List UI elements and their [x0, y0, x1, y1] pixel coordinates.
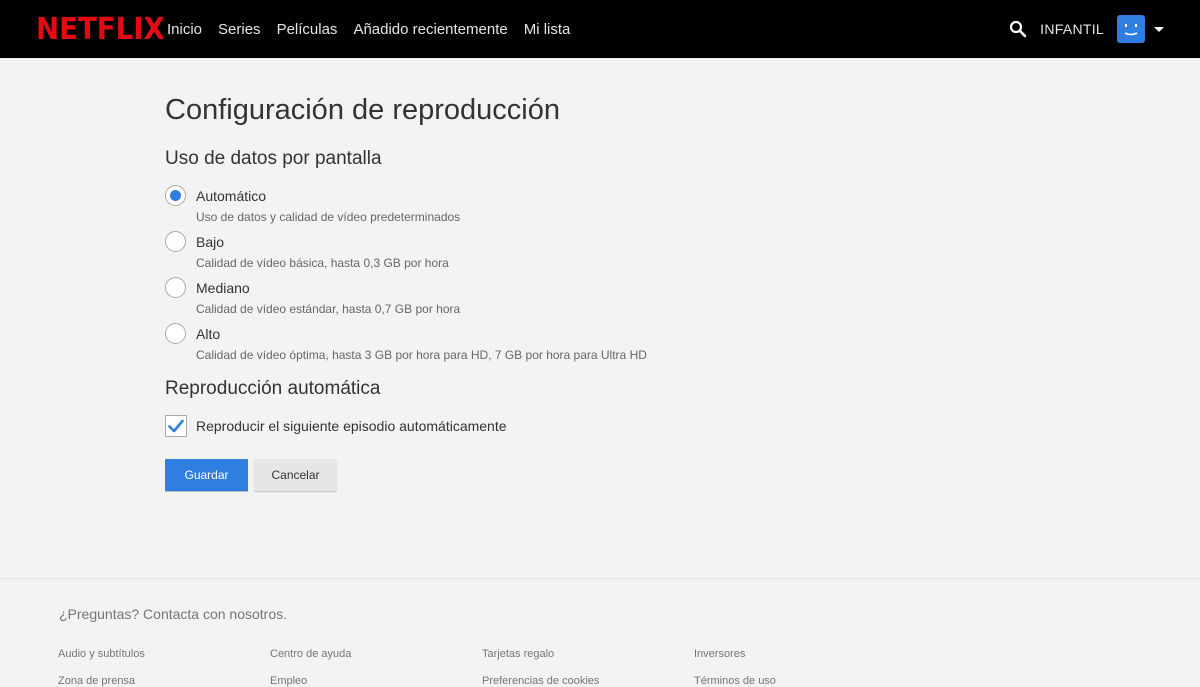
footer-link-prensa[interactable]: Zona de prensa [58, 675, 135, 687]
smiley-icon [1124, 24, 1138, 36]
secondary-nav: INFANTIL [1009, 0, 1164, 58]
checkmark-icon [168, 419, 184, 433]
footer-link-audio[interactable]: Audio y subtítulos [58, 648, 145, 660]
footer-link-terminos[interactable]: Términos de uso [694, 675, 776, 687]
option-description: Calidad de vídeo básica, hasta 0,3 GB po… [196, 256, 449, 270]
nav-item-series[interactable]: Series [218, 21, 261, 38]
option-bajo[interactable]: Bajo [165, 231, 224, 252]
option-description: Calidad de vídeo estándar, hasta 0,7 GB … [196, 302, 461, 316]
contact-link[interactable]: ¿Preguntas? Contacta con nosotros. [59, 606, 287, 622]
netflix-logo[interactable]: NETFLIX [36, 12, 165, 47]
option-alto[interactable]: Alto [165, 323, 220, 344]
main-nav: Inicio Series Películas Añadido reciente… [167, 0, 586, 58]
footer-link-tarjetas[interactable]: Tarjetas regalo [482, 648, 554, 660]
option-label[interactable]: Alto [196, 326, 220, 342]
nav-item-mi-lista[interactable]: Mi lista [524, 21, 571, 38]
option-mediano[interactable]: Mediano [165, 277, 250, 298]
radio-automatico[interactable] [165, 185, 186, 206]
footer-link-cookies[interactable]: Preferencias de cookies [482, 675, 599, 687]
option-description: Calidad de vídeo óptima, hasta 3 GB por … [196, 348, 647, 362]
autoplay-label[interactable]: Reproducir el siguiente episodio automát… [196, 418, 507, 434]
radio-selected-dot [170, 190, 181, 201]
nav-item-peliculas[interactable]: Películas [277, 21, 338, 38]
autoplay-option[interactable]: Reproducir el siguiente episodio automát… [165, 415, 507, 437]
page-title: Configuración de reproducción [165, 94, 560, 126]
option-description: Uso de datos y calidad de vídeo predeter… [196, 210, 461, 224]
footer-link-inversores[interactable]: Inversores [694, 648, 745, 660]
cancel-button[interactable]: Cancelar [254, 459, 337, 491]
option-label[interactable]: Mediano [196, 280, 250, 296]
autoplay-checkbox[interactable] [165, 415, 187, 437]
autoplay-section-title: Reproducción automática [165, 378, 381, 399]
option-automatico[interactable]: Automático [165, 185, 266, 206]
nav-item-recientes[interactable]: Añadido recientemente [353, 21, 507, 38]
caret-down-icon[interactable] [1154, 26, 1164, 32]
option-label[interactable]: Bajo [196, 234, 224, 250]
footer-link-empleo[interactable]: Empleo [270, 675, 307, 687]
footer: ¿Preguntas? Contacta con nosotros. Audio… [0, 578, 1200, 687]
top-navigation-bar: NETFLIX Inicio Series Películas Añadido … [0, 0, 1200, 58]
avatar[interactable] [1117, 15, 1145, 43]
search-icon[interactable] [1009, 20, 1027, 38]
radio-alto[interactable] [165, 323, 186, 344]
nav-item-inicio[interactable]: Inicio [167, 21, 202, 38]
profile-name[interactable]: INFANTIL [1040, 21, 1104, 37]
option-label[interactable]: Automático [196, 188, 266, 204]
data-usage-section-title: Uso de datos por pantalla [165, 148, 382, 169]
save-button[interactable]: Guardar [165, 459, 248, 491]
radio-bajo[interactable] [165, 231, 186, 252]
radio-mediano[interactable] [165, 277, 186, 298]
footer-link-ayuda[interactable]: Centro de ayuda [270, 648, 351, 660]
